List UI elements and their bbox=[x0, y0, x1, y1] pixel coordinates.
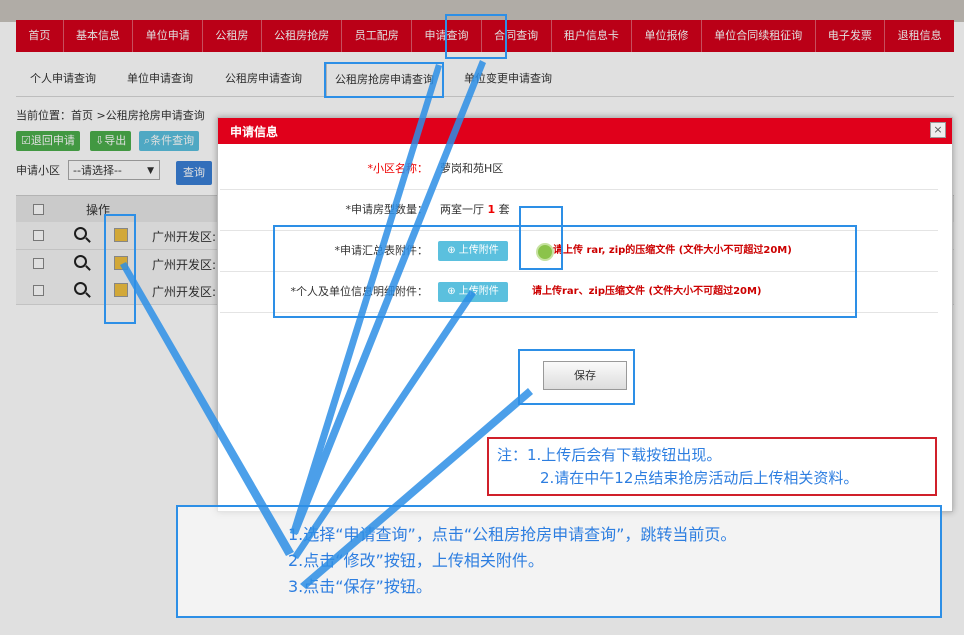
close-icon[interactable]: × bbox=[930, 122, 946, 138]
note-box: 注：1.上传后会有下载按钮出现。 2.请在中午12点结束抢房活动后上传相关资料。 bbox=[487, 437, 937, 496]
note-line-2: 2.请在中午12点结束抢房活动后上传相关资料。 bbox=[540, 469, 859, 487]
highlight-save bbox=[518, 349, 635, 405]
note-line-1: 注：1.上传后会有下载按钮出现。 bbox=[497, 446, 722, 464]
instruction-box: 1.选择“申请查询”，点击“公租房抢房申请查询”，跳转当前页。 2.点击“修改”… bbox=[176, 505, 942, 618]
modal-title: 申请信息 bbox=[230, 125, 279, 139]
highlight-download bbox=[519, 206, 563, 270]
community-row: *小区名称： 萝岗和苑H区 bbox=[220, 149, 938, 190]
instruction-step-2: 2.点击“修改”按钮，上传相关附件。 bbox=[288, 551, 544, 570]
highlight-grab-tab bbox=[324, 62, 444, 98]
instruction-step-1: 1.选择“申请查询”，点击“公租房抢房申请查询”，跳转当前页。 bbox=[288, 525, 737, 544]
community-value: 萝岗和苑H区 bbox=[440, 162, 504, 175]
highlight-edit-column bbox=[104, 214, 136, 324]
modal-header: 申请信息 × bbox=[218, 118, 952, 144]
highlight-upload-section bbox=[273, 225, 857, 318]
instruction-step-3: 3.点击“保存”按钮。 bbox=[288, 577, 432, 596]
room-count-label: *申请房型数量： bbox=[345, 203, 429, 216]
room-count-value: 两室一厅 1 套 bbox=[440, 203, 510, 216]
highlight-query-nav bbox=[445, 14, 507, 59]
community-label: *小区名称： bbox=[367, 162, 429, 175]
